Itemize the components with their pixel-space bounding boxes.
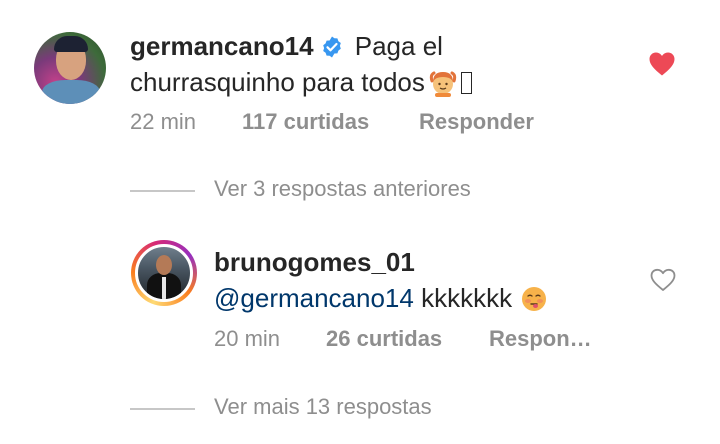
verified-badge-icon — [322, 36, 341, 58]
comment-body: germancano14 Paga el churrasquinho para … — [130, 28, 610, 100]
view-more-replies-label[interactable]: Ver mais 13 respostas — [214, 394, 432, 420]
avatar-head — [156, 255, 172, 275]
reply-likes[interactable]: 26 curtidas — [326, 326, 442, 352]
reply-body: brunogomes_01 @germancano14 kkkkkkk — [214, 244, 634, 316]
story-ring[interactable] — [131, 240, 197, 306]
reply-time: 20 min — [214, 326, 281, 351]
comments-thread: germancano14 Paga el churrasquinho para … — [0, 0, 720, 444]
comment-likes[interactable]: 117 curtidas — [242, 109, 369, 135]
avatar-jersey-stripe — [162, 277, 166, 299]
reply-text: kkkkkkk — [421, 283, 513, 313]
reply-reply-button[interactable]: Respon… — [489, 326, 592, 352]
toggle-divider — [130, 408, 195, 410]
view-previous-replies-label[interactable]: Ver 3 respostas anteriores — [214, 176, 471, 202]
view-previous-replies[interactable]: Ver 3 respostas anteriores — [0, 176, 720, 206]
face-with-tongue-emoji-icon — [522, 287, 547, 311]
reply-avatar[interactable] — [135, 244, 193, 302]
person-gesturing-ok-emoji-icon — [429, 71, 457, 97]
avatar[interactable] — [34, 32, 106, 104]
view-more-replies[interactable]: Ver mais 13 respostas — [0, 394, 720, 424]
avatar-cap — [54, 36, 88, 52]
avatar-shirt — [42, 80, 100, 104]
comment-username[interactable]: germancano14 — [130, 31, 314, 61]
like-filled-heart-icon[interactable] — [648, 51, 676, 77]
reply-username[interactable]: brunogomes_01 — [214, 247, 415, 277]
toggle-divider — [130, 190, 195, 192]
comment: germancano14 Paga el churrasquinho para … — [0, 0, 720, 150]
comment-time: 22 min — [130, 109, 197, 134]
reply-mention[interactable]: @germancano14 — [214, 283, 414, 313]
like-outline-heart-icon[interactable] — [650, 268, 676, 292]
comment-reply-button[interactable]: Responder — [419, 109, 534, 135]
missing-glyph-icon — [460, 72, 472, 94]
